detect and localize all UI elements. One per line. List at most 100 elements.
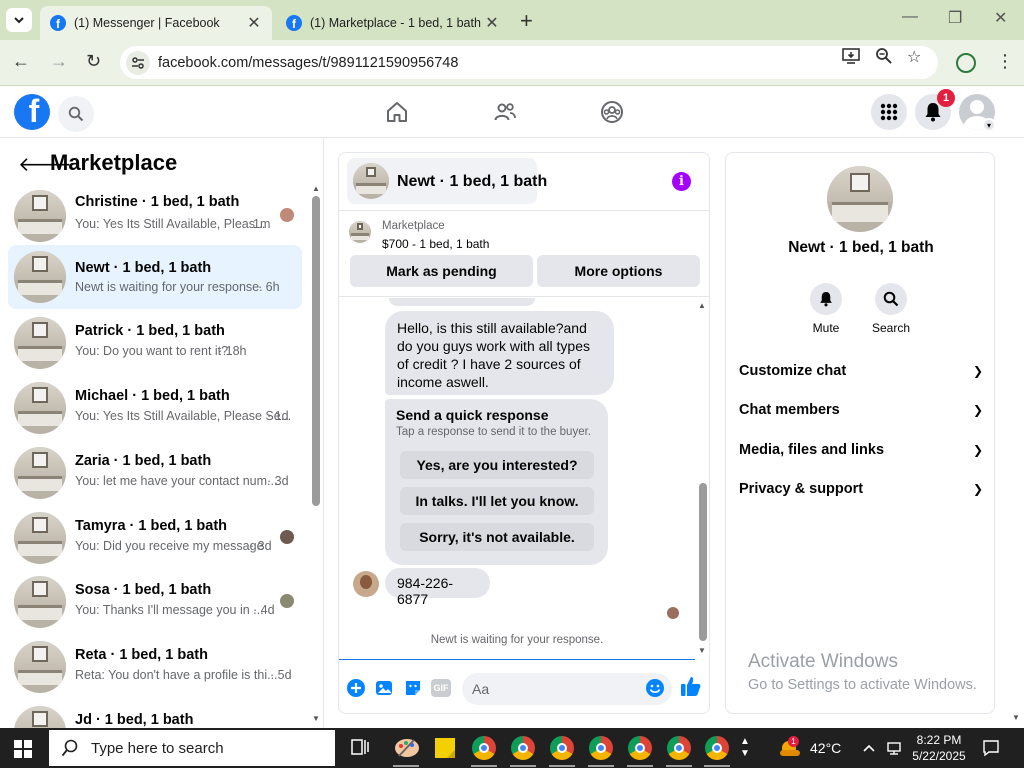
reload-icon[interactable]: ↻	[86, 51, 101, 72]
taskbar-scroll-arrows[interactable]: ▲ ▼	[740, 728, 750, 768]
chrome-profile-icon[interactable]	[511, 736, 535, 760]
conversation-snippet: You: Do you want to rent it?	[75, 344, 229, 358]
quick-response-option[interactable]: Yes, are you interested?	[400, 451, 594, 479]
conversation-time: · 4d	[253, 603, 275, 617]
conversation-item[interactable]: Michael · 1 bed, 1 bath You: Yes Its Sti…	[8, 376, 302, 438]
listing-price[interactable]: $700 - 1 bed, 1 bath	[382, 237, 489, 251]
chrome-profile-icon[interactable]	[472, 736, 496, 760]
restore-icon[interactable]: ❐	[948, 8, 962, 28]
home-icon[interactable]	[385, 100, 409, 129]
emoji-icon[interactable]	[646, 679, 664, 697]
scroll-down-arrow-icon[interactable]: ▼	[1012, 713, 1020, 722]
browser-menu-icon[interactable]: ⋮	[996, 51, 1014, 72]
tab-close-icon[interactable]: ✕	[482, 13, 502, 33]
groups-icon[interactable]	[600, 100, 624, 129]
conversation-item[interactable]: Reta · 1 bed, 1 bath Reta: You don't hav…	[8, 635, 302, 697]
chat-members-row[interactable]: Chat members ❯	[739, 392, 983, 428]
listing-thumbnail[interactable]	[827, 166, 893, 232]
weather-widget[interactable]: 1 42°C	[778, 728, 841, 768]
conversation-item[interactable]: Sosa · 1 bed, 1 bath You: Thanks I'll me…	[8, 570, 302, 632]
privacy-support-row[interactable]: Privacy & support ❯	[739, 471, 983, 507]
bookmark-star-icon[interactable]: ☆	[907, 47, 921, 67]
taskbar-clock[interactable]: 8:22 PM 5/22/2025	[906, 732, 972, 764]
conversation-snippet: You: let me have your contact num...	[75, 474, 278, 488]
chrome-profile-icon[interactable]	[667, 736, 691, 760]
gif-icon[interactable]: GIF	[431, 679, 451, 697]
conversation-name: Patrick · 1 bed, 1 bath	[75, 323, 225, 339]
marketplace-conversation-list: 🡐 Marketplace Christine · 1 bed, 1 bath …	[0, 138, 324, 728]
chevron-down-icon: ❯	[972, 403, 983, 417]
search-in-chat-button[interactable]: Search	[861, 283, 921, 335]
sticker-icon[interactable]	[404, 679, 422, 697]
show-hidden-icons-chevron-icon[interactable]	[862, 728, 876, 768]
seen-avatar	[280, 208, 294, 222]
quick-response-option[interactable]: In talks. I'll let you know.	[400, 487, 594, 515]
scroll-up-arrow-icon[interactable]: ▲	[698, 301, 706, 310]
conversation-snippet: Newt is waiting for your response.	[75, 280, 263, 294]
mark-as-pending-button[interactable]: Mark as pending	[350, 255, 533, 287]
add-plus-icon[interactable]	[347, 679, 365, 697]
tab-close-icon[interactable]: ✕	[244, 13, 264, 33]
chrome-profile-icon[interactable]	[550, 736, 574, 760]
site-info-icon[interactable]	[126, 50, 150, 75]
media-files-links-row[interactable]: Media, files and links ❯	[739, 432, 983, 468]
conversation-item[interactable]: Zaria · 1 bed, 1 bath You: let me have y…	[8, 441, 302, 503]
browser-profile-icon[interactable]	[956, 53, 976, 73]
photo-icon[interactable]	[375, 679, 393, 697]
active-app-indicator	[393, 765, 419, 767]
zoom-icon[interactable]	[875, 47, 893, 70]
conversation-item[interactable]: Patrick · 1 bed, 1 bath You: Do you want…	[8, 311, 302, 373]
chrome-profile-icon[interactable]	[705, 736, 729, 760]
scroll-down-arrow-icon[interactable]: ▼	[698, 646, 706, 655]
taskbar-search-box[interactable]: Type here to search	[49, 730, 335, 766]
facebook-logo[interactable]: f	[14, 94, 50, 130]
conversation-item-selected[interactable]: Newt · 1 bed, 1 bath Newt is waiting for…	[8, 245, 302, 309]
chat-scrollbar[interactable]	[699, 483, 707, 641]
notification-center-icon[interactable]	[982, 728, 1000, 768]
facebook-search-button[interactable]	[58, 96, 94, 132]
chevron-up-icon[interactable]: ▲	[740, 736, 750, 748]
account-chevron-icon[interactable]: ▾	[982, 118, 996, 132]
windows-taskbar: Type here to search ▲ ▼ 1 42°C 8:22 PM 5…	[0, 728, 1024, 768]
sender-avatar[interactable]	[353, 571, 379, 597]
tab-search-button[interactable]	[6, 8, 32, 32]
listing-thumbnail[interactable]	[349, 221, 371, 243]
conversation-list-scrollbar[interactable]	[312, 196, 320, 506]
mute-button[interactable]: Mute	[796, 283, 856, 335]
paint-app-icon[interactable]	[394, 736, 419, 760]
close-window-icon[interactable]: ✕	[994, 8, 1007, 28]
chevron-down-icon[interactable]: ▼	[740, 748, 750, 760]
tab-messenger[interactable]: f (1) Messenger | Facebook ✕	[40, 6, 272, 40]
listing-thumbnail	[14, 706, 66, 728]
chat-header-button[interactable]: Newt · 1 bed, 1 bath	[347, 158, 547, 204]
conversation-item[interactable]: Jd · 1 bed, 1 bath	[8, 700, 302, 728]
task-view-icon[interactable]	[349, 736, 373, 760]
menu-grid-button[interactable]	[871, 94, 907, 130]
conversation-item[interactable]: Tamyra · 1 bed, 1 bath You: Did you rece…	[8, 506, 302, 568]
info-icon[interactable]: i	[672, 172, 691, 191]
tab-marketplace[interactable]: f (1) Marketplace - 1 bed, 1 bath ✕	[278, 6, 510, 40]
forward-arrow-icon[interactable]: →	[50, 51, 68, 72]
install-app-icon[interactable]	[842, 47, 860, 70]
scroll-up-arrow-icon[interactable]: ▲	[312, 184, 320, 193]
sticky-notes-icon[interactable]	[433, 736, 457, 760]
scroll-down-arrow-icon[interactable]: ▼	[312, 714, 320, 723]
address-bar[interactable]: facebook.com/messages/t/9891121590956748	[120, 46, 938, 79]
chrome-profile-icon[interactable]	[589, 736, 613, 760]
new-tab-plus-icon[interactable]: +	[520, 8, 533, 34]
more-options-button[interactable]: More options	[537, 255, 700, 287]
quick-response-option[interactable]: Sorry, it's not available.	[400, 523, 594, 551]
quick-response-subtitle: Tap a response to send it to the buyer.	[396, 426, 591, 438]
conversation-item[interactable]: Christine · 1 bed, 1 bath You: Yes Its S…	[8, 184, 302, 246]
network-icon[interactable]	[886, 728, 902, 768]
chrome-profile-icon[interactable]	[628, 736, 652, 760]
windows-start-icon[interactable]	[14, 740, 32, 758]
thumbs-up-icon[interactable]	[681, 675, 701, 702]
activate-title: Activate Windows	[748, 651, 898, 672]
customize-chat-row[interactable]: Customize chat ❯	[739, 353, 983, 389]
friends-icon[interactable]	[493, 100, 517, 129]
chevron-down-icon: ❯	[972, 443, 983, 457]
minimize-icon[interactable]: —	[902, 8, 918, 26]
back-arrow-icon[interactable]: ←	[12, 51, 30, 72]
message-input[interactable]: Aa	[462, 673, 672, 705]
